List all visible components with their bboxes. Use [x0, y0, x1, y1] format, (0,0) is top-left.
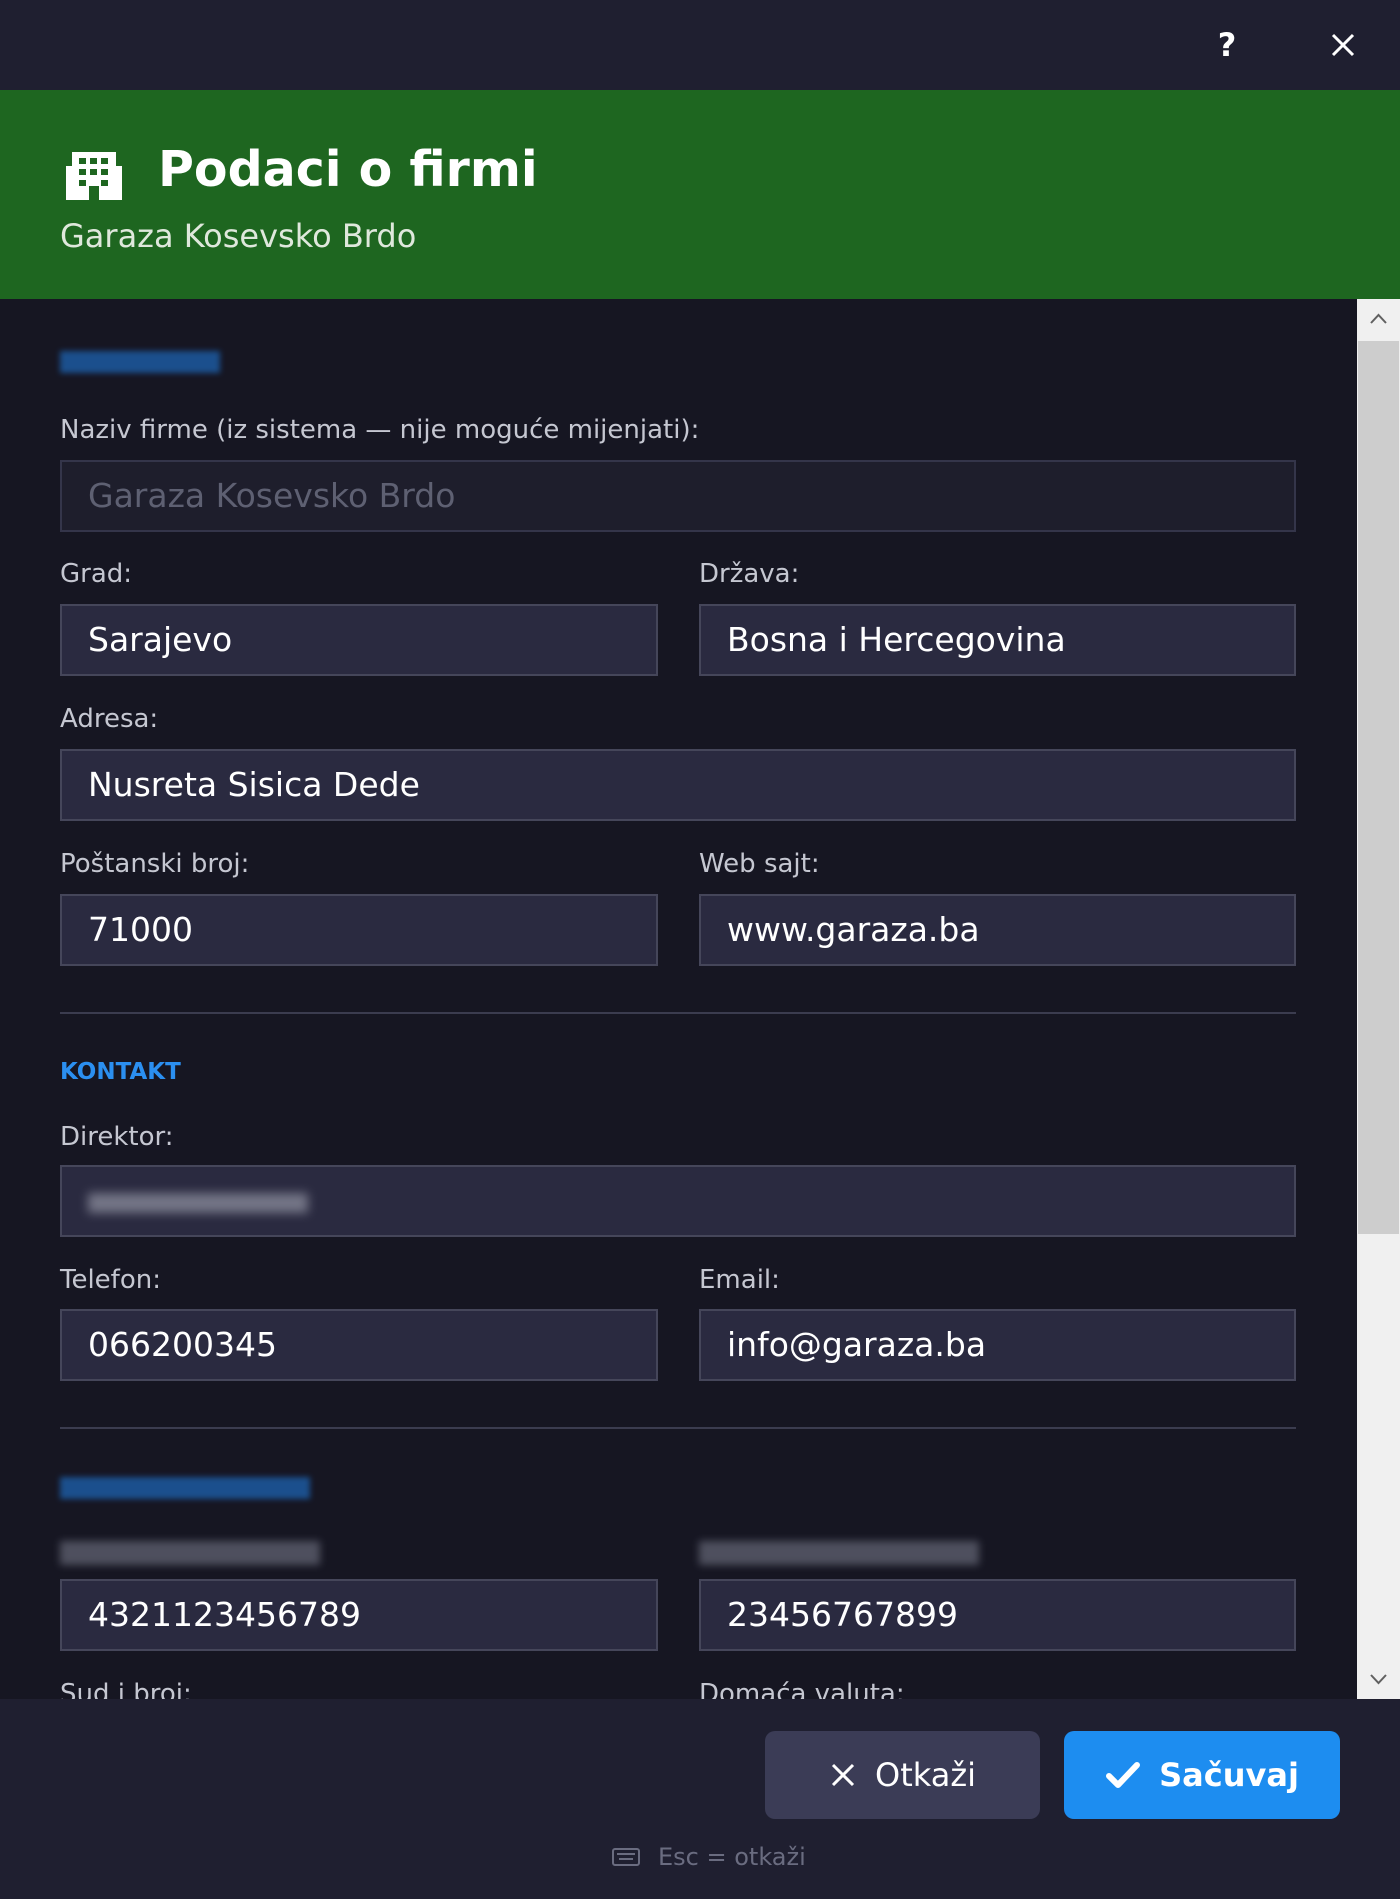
- grad-label: Grad:: [60, 559, 133, 589]
- chevron-up-icon: [1370, 313, 1387, 324]
- drzava-field[interactable]: Bosna i Hercegovina: [699, 604, 1296, 676]
- dialog-titlebar: ?: [0, 0, 1400, 90]
- section-divider: [60, 1427, 1296, 1429]
- email-label: Email:: [699, 1265, 780, 1295]
- sud-label: Sud i broj:: [60, 1679, 192, 1699]
- vertical-scrollbar[interactable]: [1357, 299, 1400, 1699]
- dialog-title: Podaci o firmi: [158, 141, 538, 198]
- building-icon: [66, 152, 122, 200]
- dialog-footer: Otkaži Sačuvaj Esc = otkaži: [0, 1699, 1400, 1899]
- direktor-label: Direktor:: [60, 1122, 174, 1152]
- telefon-label: Telefon:: [60, 1265, 161, 1295]
- direktor-value-blurred: [88, 1192, 308, 1213]
- email-field[interactable]: info@garaza.ba: [699, 1309, 1296, 1381]
- naziv-field: Garaza Kosevsko Brdo: [60, 460, 1296, 532]
- dialog-header: Podaci o firmi Garaza Kosevsko Brdo: [0, 90, 1400, 299]
- form-content: Naziv firme (iz sistema — nije moguće mi…: [0, 299, 1357, 1699]
- save-button[interactable]: Sačuvaj: [1064, 1731, 1340, 1819]
- section-title-blurred: [60, 351, 220, 373]
- web-label: Web sajt:: [699, 849, 820, 879]
- cancel-button[interactable]: Otkaži: [765, 1731, 1040, 1819]
- check-icon: [1106, 1762, 1141, 1788]
- scroll-up-button[interactable]: [1357, 299, 1400, 339]
- web-field[interactable]: www.garaza.ba: [699, 894, 1296, 966]
- label-blurred: [699, 1541, 979, 1565]
- drzava-label: Država:: [699, 559, 800, 589]
- hint-text: Esc = otkaži: [658, 1843, 806, 1871]
- naziv-label: Naziv firme (iz sistema — nije moguće mi…: [60, 415, 700, 445]
- scroll-down-button[interactable]: [1357, 1659, 1400, 1699]
- postanski-field[interactable]: 71000: [60, 894, 658, 966]
- section-title-blurred: [60, 1477, 310, 1499]
- cancel-label: Otkaži: [875, 1756, 976, 1794]
- section-divider: [60, 1012, 1296, 1014]
- field-a[interactable]: 4321123456789: [60, 1579, 658, 1651]
- help-button[interactable]: ?: [1205, 22, 1249, 68]
- postanski-label: Poštanski broj:: [60, 849, 250, 879]
- close-button[interactable]: [1320, 22, 1366, 68]
- telefon-field[interactable]: 066200345: [60, 1309, 658, 1381]
- company-subtitle: Garaza Kosevsko Brdo: [60, 217, 417, 255]
- adresa-field[interactable]: Nusreta Sisica Dede: [60, 749, 1296, 821]
- save-label: Sačuvaj: [1159, 1756, 1299, 1794]
- kontakt-section-title: KONTAKT: [60, 1059, 181, 1085]
- label-blurred: [60, 1541, 320, 1565]
- keyboard-icon: [612, 1848, 640, 1866]
- keyboard-hint: Esc = otkaži: [612, 1841, 806, 1873]
- adresa-label: Adresa:: [60, 704, 159, 734]
- valuta-label: Domaća valuta:: [699, 1679, 905, 1699]
- direktor-field[interactable]: [60, 1165, 1296, 1237]
- chevron-down-icon: [1370, 1674, 1387, 1685]
- grad-field[interactable]: Sarajevo: [60, 604, 658, 676]
- scrollbar-thumb[interactable]: [1358, 341, 1399, 1234]
- close-icon: [1331, 33, 1355, 57]
- close-icon: [831, 1763, 855, 1787]
- field-b[interactable]: 23456767899: [699, 1579, 1296, 1651]
